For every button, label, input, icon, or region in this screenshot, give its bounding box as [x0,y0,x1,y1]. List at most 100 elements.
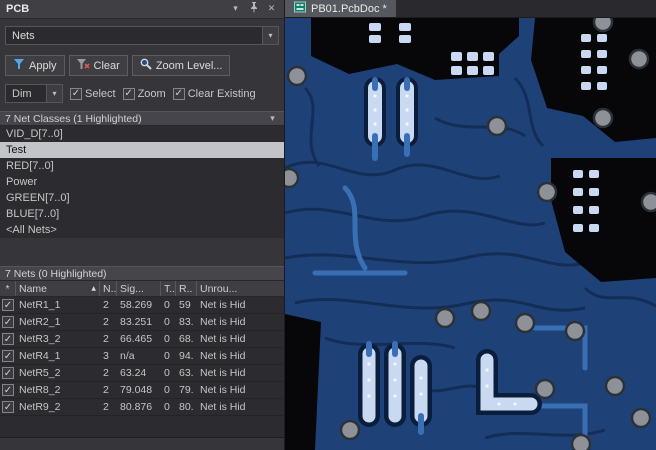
tab-label: PB01.PcbDoc * [311,2,387,15]
nets-header: 7 Nets (0 Highlighted) [0,266,284,281]
net-class-item-selected[interactable]: Test [0,142,284,158]
column-header-routed[interactable]: R.. [176,281,197,296]
chevron-down-icon[interactable]: ▾ [262,27,278,44]
net-t: 0 [164,350,170,362]
panel-toolbar: Apply Clear Zoom Level... [5,55,279,76]
net-row[interactable]: ✓ NetR8_2 2 79.048 0 79. Net is Hid [0,382,284,399]
net-row[interactable]: ✓ NetR5_2 2 63.24 0 63. Net is Hid [0,365,284,382]
pcb-artwork [285,18,656,450]
select-checkbox-group[interactable]: ✓ Select [70,87,116,100]
column-header-nodes[interactable]: N.. [100,281,117,296]
nets-table-empty-area [0,416,284,438]
net-row-checkbox[interactable]: ✓ [2,401,14,413]
net-class-item[interactable]: Power [0,174,284,190]
clear-existing-checkbox[interactable]: ✓ [172,87,185,100]
panel-spacer [0,238,284,266]
chevron-down-icon[interactable]: ▾ [266,114,279,124]
net-unrouted: Net is Hid [200,350,246,362]
chevron-down-icon[interactable]: ▾ [229,4,242,14]
net-row[interactable]: ✓ NetR3_2 2 66.465 0 68. Net is Hid [0,331,284,348]
net-name: NetR2_1 [19,316,61,328]
net-t: 0 [164,401,170,413]
net-signal: 79.048 [120,384,153,396]
clear-existing-checkbox-label: Clear Existing [187,87,256,100]
net-row-checkbox[interactable]: ✓ [2,350,14,362]
net-row-checkbox[interactable]: ✓ [2,333,14,345]
net-unrouted: Net is Hid [200,299,246,311]
panel-footer [0,438,284,450]
altium-window: PCB ▾ ✕ Nets ▾ Apply Clear Zoom Level...… [0,0,656,450]
net-row[interactable]: ✓ NetR9_2 2 80.876 0 80. Net is Hid [0,399,284,416]
dim-select[interactable]: Dim ▾ [5,84,63,103]
document-tabbar: PB01.PcbDoc * [285,0,656,18]
zoom-level-button-label: Zoom Level... [155,59,223,72]
apply-button[interactable]: Apply [5,55,65,76]
net-row-checkbox[interactable]: ✓ [2,367,14,379]
column-header-signal[interactable]: Sig... [117,281,161,296]
pcb-editor: PB01.PcbDoc * [285,0,656,450]
column-header-t[interactable]: T... [161,281,176,296]
clear-button[interactable]: Clear [68,55,128,76]
net-signal: 80.876 [120,401,153,413]
net-row[interactable]: ✓ NetR2_1 2 83.251 0 83. Net is Hid [0,314,284,331]
zoom-checkbox-group[interactable]: ✓ Zoom [122,87,166,100]
net-routed: 94. [179,350,194,362]
net-unrouted: Net is Hid [200,333,246,345]
pin-icon[interactable] [247,2,260,16]
net-row-checkbox[interactable]: ✓ [2,299,14,311]
net-classes-header-label: 7 Net Classes (1 Highlighted) [5,112,142,125]
pcb-canvas[interactable] [285,18,656,450]
net-routed: 68. [179,333,194,345]
select-checkbox[interactable]: ✓ [70,87,82,100]
net-row-checkbox[interactable]: ✓ [2,384,14,396]
net-unrouted: Net is Hid [200,384,246,396]
zoom-level-button[interactable]: Zoom Level... [131,55,231,76]
net-name: NetR8_2 [19,384,61,396]
net-class-item[interactable]: BLUE[7..0] [0,206,284,222]
zoom-checkbox[interactable]: ✓ [122,87,135,100]
column-header-unrouted[interactable]: Unrou... [197,281,284,296]
clear-button-label: Clear [93,59,120,72]
net-nodes: 2 [103,367,109,379]
net-routed: 83. [179,316,194,328]
net-t: 0 [164,299,170,311]
net-routed: 63. [179,367,194,379]
chevron-down-icon[interactable]: ▾ [46,85,62,102]
net-signal: 83.251 [120,316,153,328]
net-t: 0 [164,316,170,328]
clear-existing-checkbox-group[interactable]: ✓ Clear Existing [172,87,256,100]
select-checkbox-label: Select [85,87,116,100]
column-header-check[interactable]: * [0,281,16,296]
net-row[interactable]: ✓ NetR1_1 2 58.269 0 59 Net is Hid [0,297,284,314]
net-nodes: 2 [103,333,109,345]
net-t: 0 [164,367,170,379]
panel-options-row: Dim ▾ ✓ Select ✓ Zoom ✓ Clear Existing [5,84,279,103]
net-routed: 59 [179,299,191,311]
panel-mode-select[interactable]: Nets ▾ [5,26,279,45]
tab-pb01-pcbdoc[interactable]: PB01.PcbDoc * [285,0,396,17]
net-classes-header[interactable]: 7 Net Classes (1 Highlighted) ▾ [0,111,284,126]
net-name: NetR5_2 [19,367,61,379]
filter-icon [13,58,25,73]
nets-header-label: 7 Nets (0 Highlighted) [5,267,107,280]
close-icon[interactable]: ✕ [265,4,278,14]
net-nodes: 2 [103,316,109,328]
net-signal: n/a [120,350,135,362]
net-row-checkbox[interactable]: ✓ [2,316,14,328]
panel-mode-value: Nets [12,29,35,42]
apply-button-label: Apply [29,59,57,72]
net-row[interactable]: ✓ NetR4_1 3 n/a 0 94. Net is Hid [0,348,284,365]
net-routed: 79. [179,384,194,396]
net-class-item[interactable]: RED[7..0] [0,158,284,174]
net-class-item[interactable]: VID_D[7..0] [0,126,284,142]
net-class-item[interactable]: <All Nets> [0,222,284,238]
net-class-list: VID_D[7..0] Test RED[7..0] Power GREEN[7… [0,126,284,238]
net-name: NetR1_1 [19,299,61,311]
magnifier-icon [140,58,152,73]
nets-table-header: * Name ▲ N.. Sig... T... R.. Unrou... [0,281,284,297]
net-nodes: 2 [103,384,109,396]
column-header-name[interactable]: Name ▲ [16,281,100,296]
sort-asc-icon: ▲ [91,285,96,292]
net-unrouted: Net is Hid [200,316,246,328]
net-class-item[interactable]: GREEN[7..0] [0,190,284,206]
